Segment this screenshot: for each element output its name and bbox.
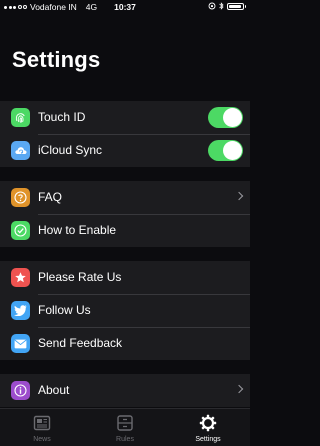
chevron-right-icon <box>234 384 244 394</box>
mail-icon <box>11 334 30 353</box>
status-right <box>208 2 246 10</box>
tab-settings-label: Settings <box>195 436 221 443</box>
battery-icon <box>227 2 246 10</box>
star-icon <box>11 268 30 287</box>
status-bar: Vodafone IN 4G 10:37 <box>0 0 250 14</box>
follow-us-row[interactable]: Follow Us <box>0 294 250 327</box>
settings-group-help: FAQ How to Enable <box>0 181 250 247</box>
cloud-sync-icon <box>11 141 30 160</box>
tab-bar: News Rules Settings <box>0 408 250 446</box>
toggle-knob <box>223 108 242 127</box>
icloud-sync-row: iCloud Sync <box>0 134 250 167</box>
about-label: About <box>38 383 70 397</box>
icloud-sync-label: iCloud Sync <box>38 143 103 157</box>
settings-group-about: About <box>0 374 250 407</box>
page-title: Settings <box>12 47 101 72</box>
tab-rules[interactable]: Rules <box>95 409 155 446</box>
touch-id-label: Touch ID <box>38 110 86 124</box>
tab-settings[interactable]: Settings <box>178 409 238 446</box>
rate-us-label: Please Rate Us <box>38 270 122 284</box>
twitter-icon <box>11 301 30 320</box>
gear-icon <box>199 414 217 432</box>
tab-news-label: News <box>33 436 51 443</box>
settings-group-security: Touch ID iCloud Sync <box>0 101 250 167</box>
how-to-enable-row[interactable]: How to Enable <box>0 214 250 247</box>
news-icon <box>33 415 51 431</box>
orientation-lock-icon <box>208 2 216 10</box>
send-feedback-label: Send Feedback <box>38 336 123 350</box>
checkmark-icon <box>11 221 30 240</box>
info-icon <box>11 381 30 400</box>
tab-rules-label: Rules <box>116 436 134 443</box>
settings-group-social: Please Rate Us Follow Us Send Feedback <box>0 261 250 360</box>
tab-news[interactable]: News <box>12 409 72 446</box>
touch-id-toggle[interactable] <box>208 107 243 128</box>
icloud-sync-toggle[interactable] <box>208 140 243 161</box>
faq-row[interactable]: FAQ <box>0 181 250 214</box>
about-row[interactable]: About <box>0 374 250 407</box>
rules-icon <box>117 415 133 431</box>
question-icon <box>11 188 30 207</box>
follow-us-label: Follow Us <box>38 303 91 317</box>
bluetooth-icon <box>219 2 224 10</box>
rate-us-row[interactable]: Please Rate Us <box>0 261 250 294</box>
send-feedback-row[interactable]: Send Feedback <box>0 327 250 360</box>
faq-label: FAQ <box>38 190 63 204</box>
chevron-right-icon <box>234 191 244 201</box>
touch-id-row: Touch ID <box>0 101 250 134</box>
fingerprint-icon <box>11 108 30 127</box>
toggle-knob <box>223 141 242 160</box>
how-to-enable-label: How to Enable <box>38 223 117 237</box>
